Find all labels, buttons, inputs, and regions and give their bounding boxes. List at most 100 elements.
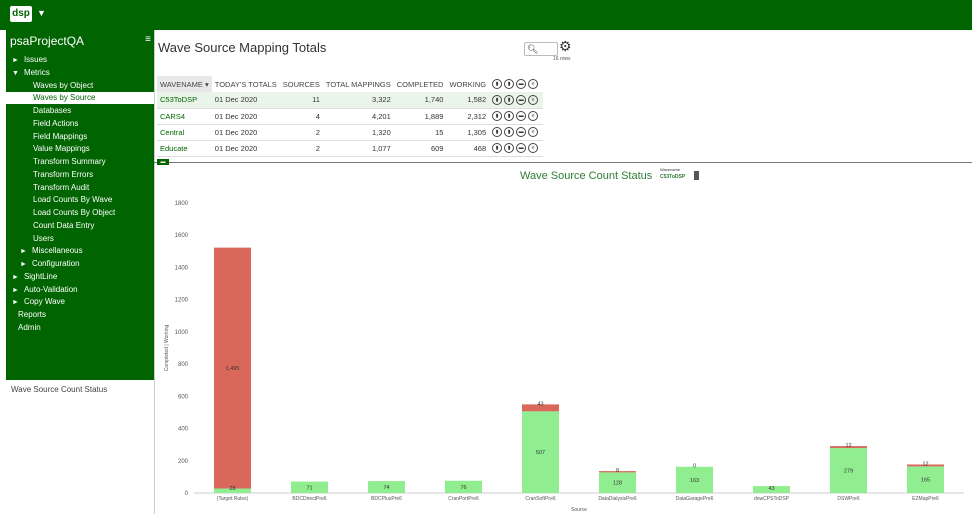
chevron-down-icon[interactable]: ▼ — [37, 8, 46, 18]
sidebar-item-issues[interactable]: ► Issues — [12, 54, 47, 66]
chart-icon[interactable]: ▮ — [492, 111, 503, 121]
x-tick-label: dowCPSToDSP — [754, 496, 790, 502]
sidebar-item-metrics[interactable]: ▼ Metrics — [12, 67, 50, 79]
chart-icon[interactable]: ▮ — [492, 127, 503, 137]
sidebar-item-sightline[interactable]: ► SightLine — [12, 271, 57, 283]
sidebar-item-load-counts-by-wave[interactable]: Load Counts By Wave — [33, 194, 112, 206]
data-label-completed: 71 — [306, 485, 312, 491]
list-icon[interactable]: ≡ — [528, 143, 539, 153]
sidebar-item-load-counts-by-object[interactable]: Load Counts By Object — [33, 207, 115, 219]
y-tick-label: 800 — [178, 362, 189, 368]
cell-working: 468 — [446, 140, 490, 157]
col-header-wavename[interactable]: WAVENAME ▾ — [157, 76, 212, 92]
data-label-completed: 165 — [921, 478, 930, 484]
chevron-right-icon: ► — [12, 273, 19, 281]
sidebar-item-label: Databases — [33, 106, 72, 115]
flag-icon[interactable]: ▬ — [516, 94, 527, 105]
chevron-down-icon: ▼ — [12, 69, 19, 77]
sidebar-item-waves-by-source[interactable]: Waves by Source — [6, 92, 154, 105]
chart-icon[interactable]: ▮ — [504, 79, 515, 89]
sidebar-item-users[interactable]: Users — [33, 233, 54, 245]
menu-icon[interactable]: ≡ — [145, 34, 151, 45]
list-icon[interactable]: ≡ — [528, 127, 539, 137]
sidebar-item-transform-errors[interactable]: Transform Errors — [33, 169, 93, 181]
table-row[interactable]: Central 01 Dec 2020 2 1,320 15 1,305 ▮ ▮ ▬ ≡ — [157, 124, 544, 141]
cell-working: 1,305 — [446, 124, 490, 141]
col-header-working[interactable]: WORKING — [446, 76, 489, 92]
table-row[interactable]: CARS4 01 Dec 2020 4 4,201 1,889 2,312 ▮ ▮ ▬ ≡ — [157, 108, 544, 125]
cell-wavename[interactable]: Central — [157, 124, 212, 141]
cell-wavename[interactable]: C53ToDSP — [157, 92, 212, 109]
data-label-working: 1,495 — [226, 366, 240, 372]
cell-total-mappings: 1,077 — [322, 140, 394, 157]
data-label-working: 12 — [845, 443, 851, 449]
col-header-todays-totals[interactable]: TODAY'S TOTALS — [212, 76, 280, 92]
sidebar-item-count-data-entry[interactable]: Count Data Entry — [33, 220, 94, 232]
collapse-icon[interactable]: ▬ — [157, 159, 169, 165]
chevron-right-icon: ► — [12, 299, 19, 307]
cell-wavename[interactable]: CARS4 — [157, 108, 212, 125]
sidebar-item-label: Transform Errors — [33, 169, 94, 179]
gear-icon[interactable]: ⚙ — [559, 38, 572, 55]
chart-icon[interactable]: ▮ — [492, 94, 503, 105]
chart-icon[interactable]: ▮ — [504, 111, 515, 121]
sidebar-item-transform-summary[interactable]: Transform Summary — [33, 156, 106, 168]
cell-date: 01 Dec 2020 — [211, 108, 280, 125]
sidebar-item-copy-wave[interactable]: ► Copy Wave — [12, 296, 65, 308]
chart-icon[interactable]: ▮ — [504, 94, 515, 105]
cell-sources: 4 — [279, 108, 323, 125]
sidebar-item-field-actions[interactable]: Field Actions — [33, 118, 78, 130]
wavename-value[interactable]: C53ToDSP — [660, 174, 685, 180]
phone-icon[interactable] — [694, 171, 699, 180]
sidebar-item-field-mappings[interactable]: Field Mappings — [33, 131, 87, 143]
data-label-completed: 279 — [844, 469, 853, 475]
search-input[interactable]: 🔍︎ — [524, 42, 558, 56]
data-label-working: 12 — [922, 461, 928, 467]
table-row[interactable]: Educate 01 Dec 2020 2 1,077 609 468 ▮ ▮ ▬ ≡ — [157, 140, 544, 157]
col-header-total-mappings[interactable]: TOTAL MAPPINGS — [323, 76, 394, 92]
y-tick-label: 1200 — [175, 298, 189, 304]
sidebar-item-value-mappings[interactable]: Value Mappings — [33, 143, 90, 155]
flag-icon[interactable]: ▬ — [516, 79, 527, 89]
list-icon[interactable]: ≡ — [528, 94, 539, 105]
y-axis-label: Completed | Working — [164, 325, 170, 372]
data-label-completed: 128 — [613, 481, 622, 487]
y-tick-label: 0 — [185, 491, 189, 497]
row-actions: ▮ ▮ ▬ ≡ — [489, 108, 544, 125]
chart-icon[interactable]: ▮ — [492, 79, 503, 89]
sidebar-item-configuration[interactable]: ► Configuration — [20, 258, 80, 270]
sidebar-item-auto-validation[interactable]: ► Auto-Validation — [12, 284, 78, 296]
table-row[interactable]: C53ToDSP 01 Dec 2020 11 3,322 1,740 1,582 ▮ ▮ ▬ ≡ — [157, 92, 544, 109]
x-tick-label: (Target Rules) — [217, 496, 249, 502]
sidebar-item-label: Load Counts By Object — [33, 208, 116, 217]
flag-icon[interactable]: ▬ — [516, 143, 527, 153]
cell-total-mappings: 1,320 — [322, 124, 394, 141]
y-tick-label: 200 — [178, 459, 189, 465]
list-icon[interactable]: ≡ — [528, 111, 539, 121]
cell-completed: 15 — [393, 124, 447, 141]
col-header-sources[interactable]: SOURCES — [280, 76, 323, 92]
sidebar-item-transform-audit[interactable]: Transform Audit — [33, 182, 89, 194]
section-divider — [154, 162, 972, 163]
cell-wavename[interactable]: Educate — [157, 140, 212, 157]
list-icon[interactable]: ≡ — [528, 79, 539, 89]
flag-icon[interactable]: ▬ — [516, 111, 527, 121]
dsp-logo[interactable]: dsp — [10, 6, 32, 22]
chart-icon[interactable]: ▮ — [492, 143, 503, 153]
chart-icon[interactable]: ▮ — [504, 143, 515, 153]
cell-completed: 1,889 — [393, 108, 447, 125]
sidebar-item-label: Copy Wave — [23, 297, 65, 307]
data-label-completed: 163 — [690, 478, 699, 484]
sidebar-item-databases[interactable]: Databases — [33, 105, 71, 117]
flag-icon[interactable]: ▬ — [516, 127, 527, 137]
cell-working: 2,312 — [446, 108, 490, 125]
x-tick-label: BDCPlusPre6 — [371, 496, 402, 502]
col-header-completed[interactable]: COMPLETED — [394, 76, 447, 92]
cell-sources: 11 — [279, 92, 323, 109]
sidebar-item-waves-by-object[interactable]: Waves by Object — [33, 80, 93, 92]
sidebar-item-admin[interactable]: Admin — [12, 322, 41, 334]
chart-icon[interactable]: ▮ — [504, 127, 515, 137]
sidebar-item-reports[interactable]: Reports — [12, 309, 46, 321]
sidebar-item-miscellaneous[interactable]: ► Miscellaneous — [20, 245, 83, 257]
sidebar: psaProjectQA ≡ ► Issues ▼ Metrics Waves by O… — [6, 30, 154, 380]
